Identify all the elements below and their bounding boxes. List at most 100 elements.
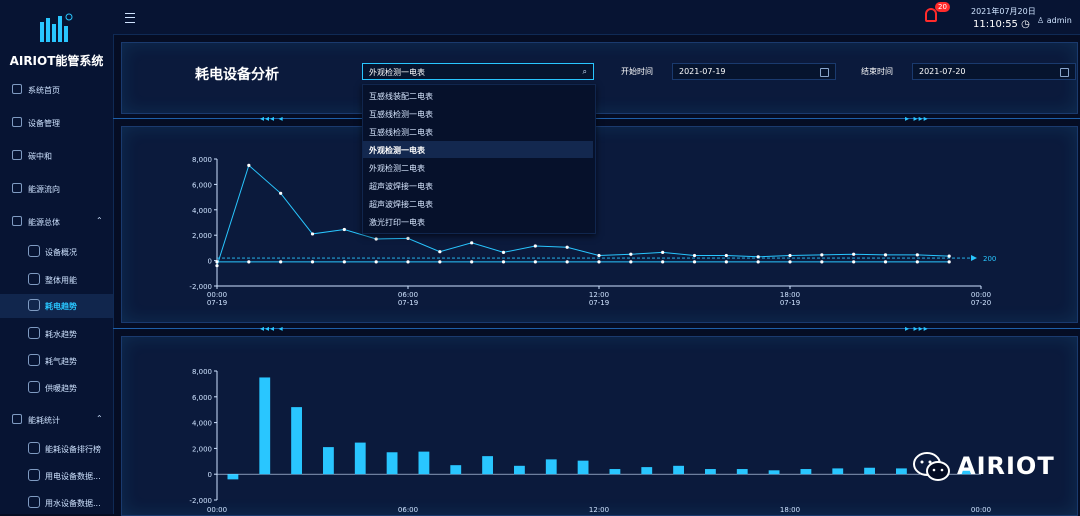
data-point (852, 252, 856, 256)
sidebar-item-label: 耗电趋势 (45, 302, 77, 311)
data-point (501, 260, 506, 264)
dropdown-option[interactable]: 互感线检测一电表 (363, 105, 593, 122)
sidebar-item-label: 用电设备数据... (45, 472, 101, 481)
x-tick-date: 07-19 (589, 299, 609, 307)
x-tick-date: 07-20 (971, 299, 991, 307)
divider (113, 328, 1080, 329)
data-point (310, 260, 315, 264)
sidebar-item-4[interactable]: 能源总体 ⌃ (0, 210, 113, 234)
sidebar-item-5[interactable]: 设备概况 (0, 240, 113, 264)
bar (545, 459, 557, 475)
sidebar-item-9[interactable]: 耗气趋势 (0, 349, 113, 373)
x-tick-time: 00:00 (971, 291, 991, 299)
data-point (692, 260, 697, 264)
decor-arrows-left: ◂◂◂ ◂ (260, 114, 284, 123)
sidebar-item-label: 能源流向 (28, 185, 60, 194)
end-date-input[interactable]: 2021-07-20 (912, 63, 1076, 80)
y-tick-label: 2,000 (192, 445, 212, 453)
data-point (756, 260, 760, 264)
sidebar-item-label: 供暖趋势 (45, 384, 77, 393)
data-point (533, 260, 537, 264)
dropdown-option[interactable]: 超声波焊接一电表 (363, 177, 593, 194)
sidebar-item-7[interactable]: 耗电趋势 (0, 294, 113, 318)
data-point (247, 260, 251, 264)
dropdown-option-label: 互感线检测一电表 (369, 110, 433, 119)
decor-arrows-right: ▸ ▸▸▸ (905, 324, 929, 333)
end-date-value: 2021-07-20 (919, 67, 966, 76)
sidebar-item-2[interactable]: 碳中和 (0, 144, 113, 168)
clock-icon: ◷ (1021, 19, 1030, 30)
data-point (661, 250, 665, 254)
sidebar-item-3[interactable]: 能源流向 (0, 177, 113, 201)
home-icon (12, 84, 22, 94)
device-dropdown: 互感线装配二电表互感线检测一电表 互感线检测二电表 外观检测一电表外观检测二电表 超声… (362, 84, 596, 234)
y-tick-label: 2,000 (192, 232, 212, 240)
logo-icon (40, 13, 73, 42)
bar (705, 469, 716, 475)
cube-icon (28, 299, 40, 311)
dropdown-option[interactable]: 激光打印一电表 (363, 213, 593, 230)
cube-icon (28, 496, 40, 508)
data-point (820, 260, 824, 264)
sidebar-item-13[interactable]: 用电设备数据... (0, 464, 113, 488)
y-tick-label: 6,000 (192, 394, 212, 402)
device-select[interactable]: 外观检测一电表 ⌕ (362, 63, 594, 80)
divider (113, 118, 1080, 119)
sidebar-item-label: 能耗统计 (28, 416, 60, 425)
data-point (756, 255, 760, 259)
data-point (915, 253, 919, 257)
data-point (470, 260, 474, 264)
bar (291, 407, 302, 475)
start-date-input[interactable]: 2021-07-19 (672, 63, 836, 80)
sidebar-item-1[interactable]: 设备管理 (0, 111, 113, 135)
x-tick-label: 12:00 (589, 506, 609, 514)
calendar-icon (820, 68, 829, 77)
data-point (438, 250, 442, 254)
x-tick-time: 00:00 (207, 291, 227, 299)
dropdown-option[interactable]: 互感线检测二电表 (363, 123, 593, 140)
sidebar-item-label: 整体用能 (45, 276, 77, 285)
user-menu[interactable]: ♙ admin (1037, 16, 1072, 25)
sidebar-item-label: 耗水趋势 (45, 330, 77, 339)
sidebar-item-label: 能源总体 (28, 218, 60, 227)
wechat-icon (913, 452, 950, 481)
data-point (915, 260, 919, 264)
data-point (629, 252, 633, 256)
data-point (342, 260, 346, 264)
sidebar-item-14[interactable]: 用水设备数据... (0, 491, 113, 515)
data-point (724, 253, 728, 258)
menu-toggle-icon[interactable] (125, 13, 135, 23)
bar (514, 465, 525, 475)
mark-line-label: 200 (983, 255, 996, 263)
cube-icon (28, 245, 40, 257)
stats-icon (12, 414, 22, 424)
y-tick-label: 8,000 (192, 368, 212, 376)
data-point (883, 260, 888, 264)
sidebar-item-12[interactable]: 能耗设备排行榜 (0, 437, 113, 461)
bar (768, 470, 780, 475)
bar (482, 456, 493, 475)
dropdown-option[interactable]: 互感线装配二电表 (363, 87, 593, 104)
dropdown-option[interactable]: 超声波焊接二电表 (363, 195, 593, 212)
x-tick-label: 00:00 (207, 506, 227, 514)
data-point (597, 253, 601, 258)
decor-arrows-right: ▸ ▸▸▸ (905, 114, 929, 123)
dropdown-option[interactable]: 外观检测二电表 (363, 159, 593, 176)
dropdown-option[interactable]: 外观检测一电表 (363, 141, 593, 158)
sidebar-item-6[interactable]: 整体用能 (0, 268, 113, 292)
x-tick-date: 07-19 (780, 299, 800, 307)
y-tick-label: 4,000 (192, 207, 212, 215)
bar (577, 460, 589, 475)
sidebar-item-8[interactable]: 耗水趋势 (0, 322, 113, 346)
mark-line-arrow (971, 255, 977, 262)
sidebar-item-10[interactable]: 供暖趋势 (0, 376, 113, 400)
data-point (565, 245, 569, 249)
data-point (374, 260, 378, 264)
dropdown-option-label: 外观检测一电表 (369, 146, 425, 155)
bar (641, 467, 653, 475)
sidebar-item-11[interactable]: 能耗统计 ⌃ (0, 408, 113, 432)
dropdown-option-label: 互感线检测二电表 (369, 128, 433, 137)
sidebar-item-0[interactable]: 系统首页 (0, 78, 113, 102)
current-date: 2021年07月20日 (971, 7, 1036, 16)
bar (800, 469, 812, 475)
